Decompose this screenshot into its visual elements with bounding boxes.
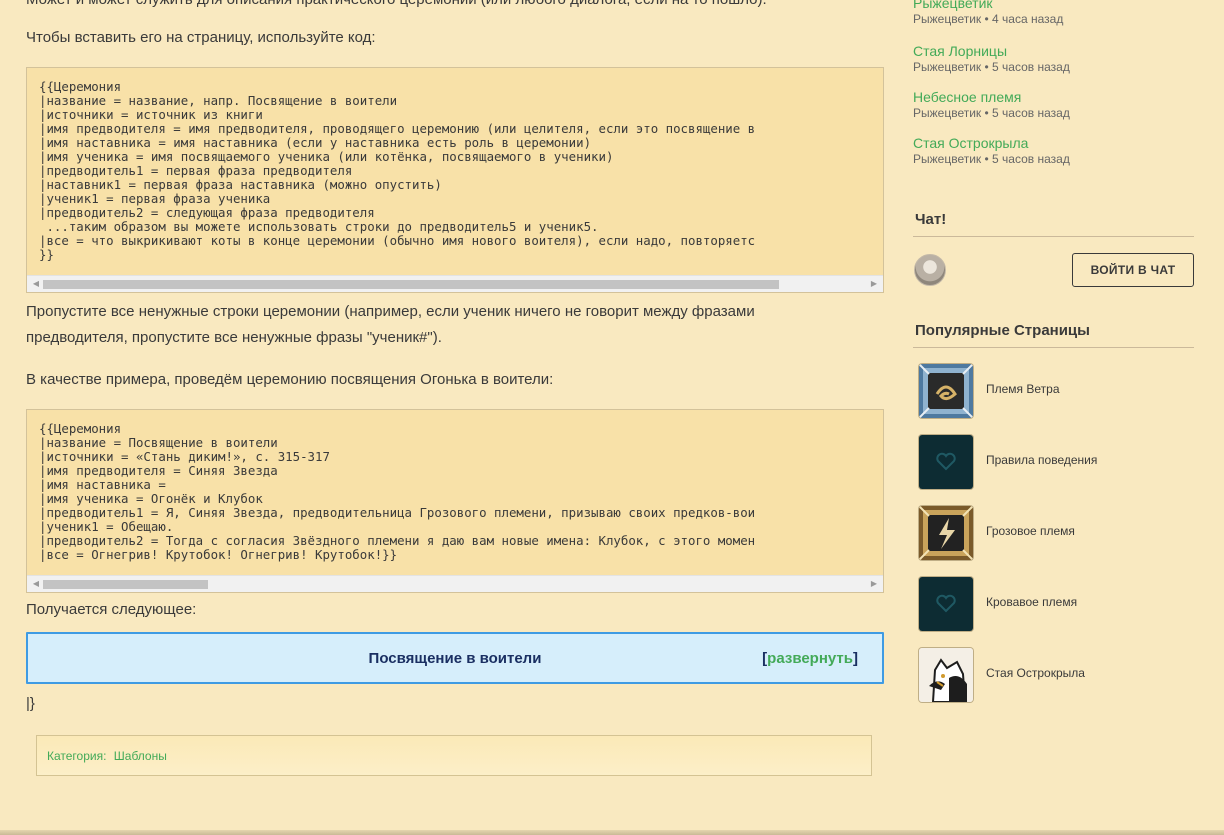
example-intro: В качестве примера, проведём церемонию п… [26,371,554,388]
chat-title: Чат! [915,211,947,228]
join-chat-button[interactable]: ВОЙТИ В ЧАТ [1072,253,1194,287]
horizontal-scrollbar[interactable]: ◀ ▶ [27,275,883,292]
activity-link[interactable]: Рыжецветик [913,0,1063,11]
category-link-templates[interactable]: Шаблоны [114,749,167,763]
scroll-left-arrow-icon[interactable]: ◀ [29,276,43,292]
code-template-text: {{Церемония |название = название, напр. … [39,79,756,262]
wiki-heart-icon[interactable] [919,577,973,631]
category-bar: Категория: Шаблоны [36,735,872,776]
code-example-text: {{Церемония |название = Посвящение в вои… [39,421,756,562]
code-block-template[interactable]: {{Церемония |название = название, напр. … [26,67,884,293]
ceremony-navbox: Посвящение в воители [развернуть] [26,632,884,684]
scrollbar-thumb[interactable] [43,280,779,289]
insert-code-instruction: Чтобы вставить его на страницу, использу… [26,29,376,46]
popular-page-label[interactable]: Правила поведения [986,453,1097,467]
scroll-right-arrow-icon[interactable]: ▶ [867,576,881,592]
popular-page-label[interactable]: Племя Ветра [986,382,1060,396]
activity-item: Стая Лорницы Рыжецветик • 5 часов назад [913,43,1070,74]
popular-divider [913,347,1194,348]
activity-link[interactable]: Стая Острокрыла [913,135,1070,151]
activity-meta: Рыжецветик • 4 часа назад [913,12,1064,26]
avatar[interactable] [914,254,946,286]
activity-meta: Рыжецветик • 5 часов назад [913,60,1070,74]
partial-paragraph: Может и может служить для описания практ… [26,0,767,13]
expand-link[interactable]: развернуть [767,650,853,667]
cat-icon[interactable] [919,648,973,702]
wiki-heart-icon[interactable] [919,435,973,489]
scrollbar-thumb[interactable] [43,580,208,589]
activity-item: Небесное племя Рыжецветик • 5 часов наза… [913,89,1070,120]
result-intro: Получается следующее: [26,601,197,618]
thunder-clan-icon[interactable] [919,506,973,560]
navbox-title: Посвящение в воители [368,650,542,667]
skip-lines-paragraph: Пропустите все ненужные строки церемонии… [26,303,755,346]
activity-item: Рыжецветик Рыжецветик • 4 часа назад [913,0,1063,26]
popular-page-label[interactable]: Кровавое племя [986,595,1077,609]
code-block-example[interactable]: {{Церемония |название = Посвящение в вои… [26,409,884,593]
toggle-close-bracket: ] [853,650,858,667]
popular-page-label[interactable]: Стая Острокрыла [986,666,1085,680]
scroll-right-arrow-icon[interactable]: ▶ [867,276,881,292]
wind-clan-icon[interactable] [919,364,973,418]
popular-pages-title: Популярные Страницы [915,322,1090,339]
popular-page-label[interactable]: Грозовое племя [986,524,1075,538]
scroll-left-arrow-icon[interactable]: ◀ [29,576,43,592]
navbox-toggle: [развернуть] [762,650,858,667]
category-label: Категория: [47,749,107,763]
activity-link[interactable]: Стая Лорницы [913,43,1070,59]
activity-item: Стая Острокрыла Рыжецветик • 5 часов наз… [913,135,1070,166]
activity-meta: Рыжецветик • 5 часов назад [913,106,1070,120]
activity-meta: Рыжецветик • 5 часов назад [913,152,1070,166]
chat-divider [913,236,1194,237]
horizontal-scrollbar[interactable]: ◀ ▶ [27,575,883,592]
page-bottom-edge [0,830,1224,835]
trailing-markup: |} [26,695,35,712]
activity-link[interactable]: Небесное племя [913,89,1070,105]
